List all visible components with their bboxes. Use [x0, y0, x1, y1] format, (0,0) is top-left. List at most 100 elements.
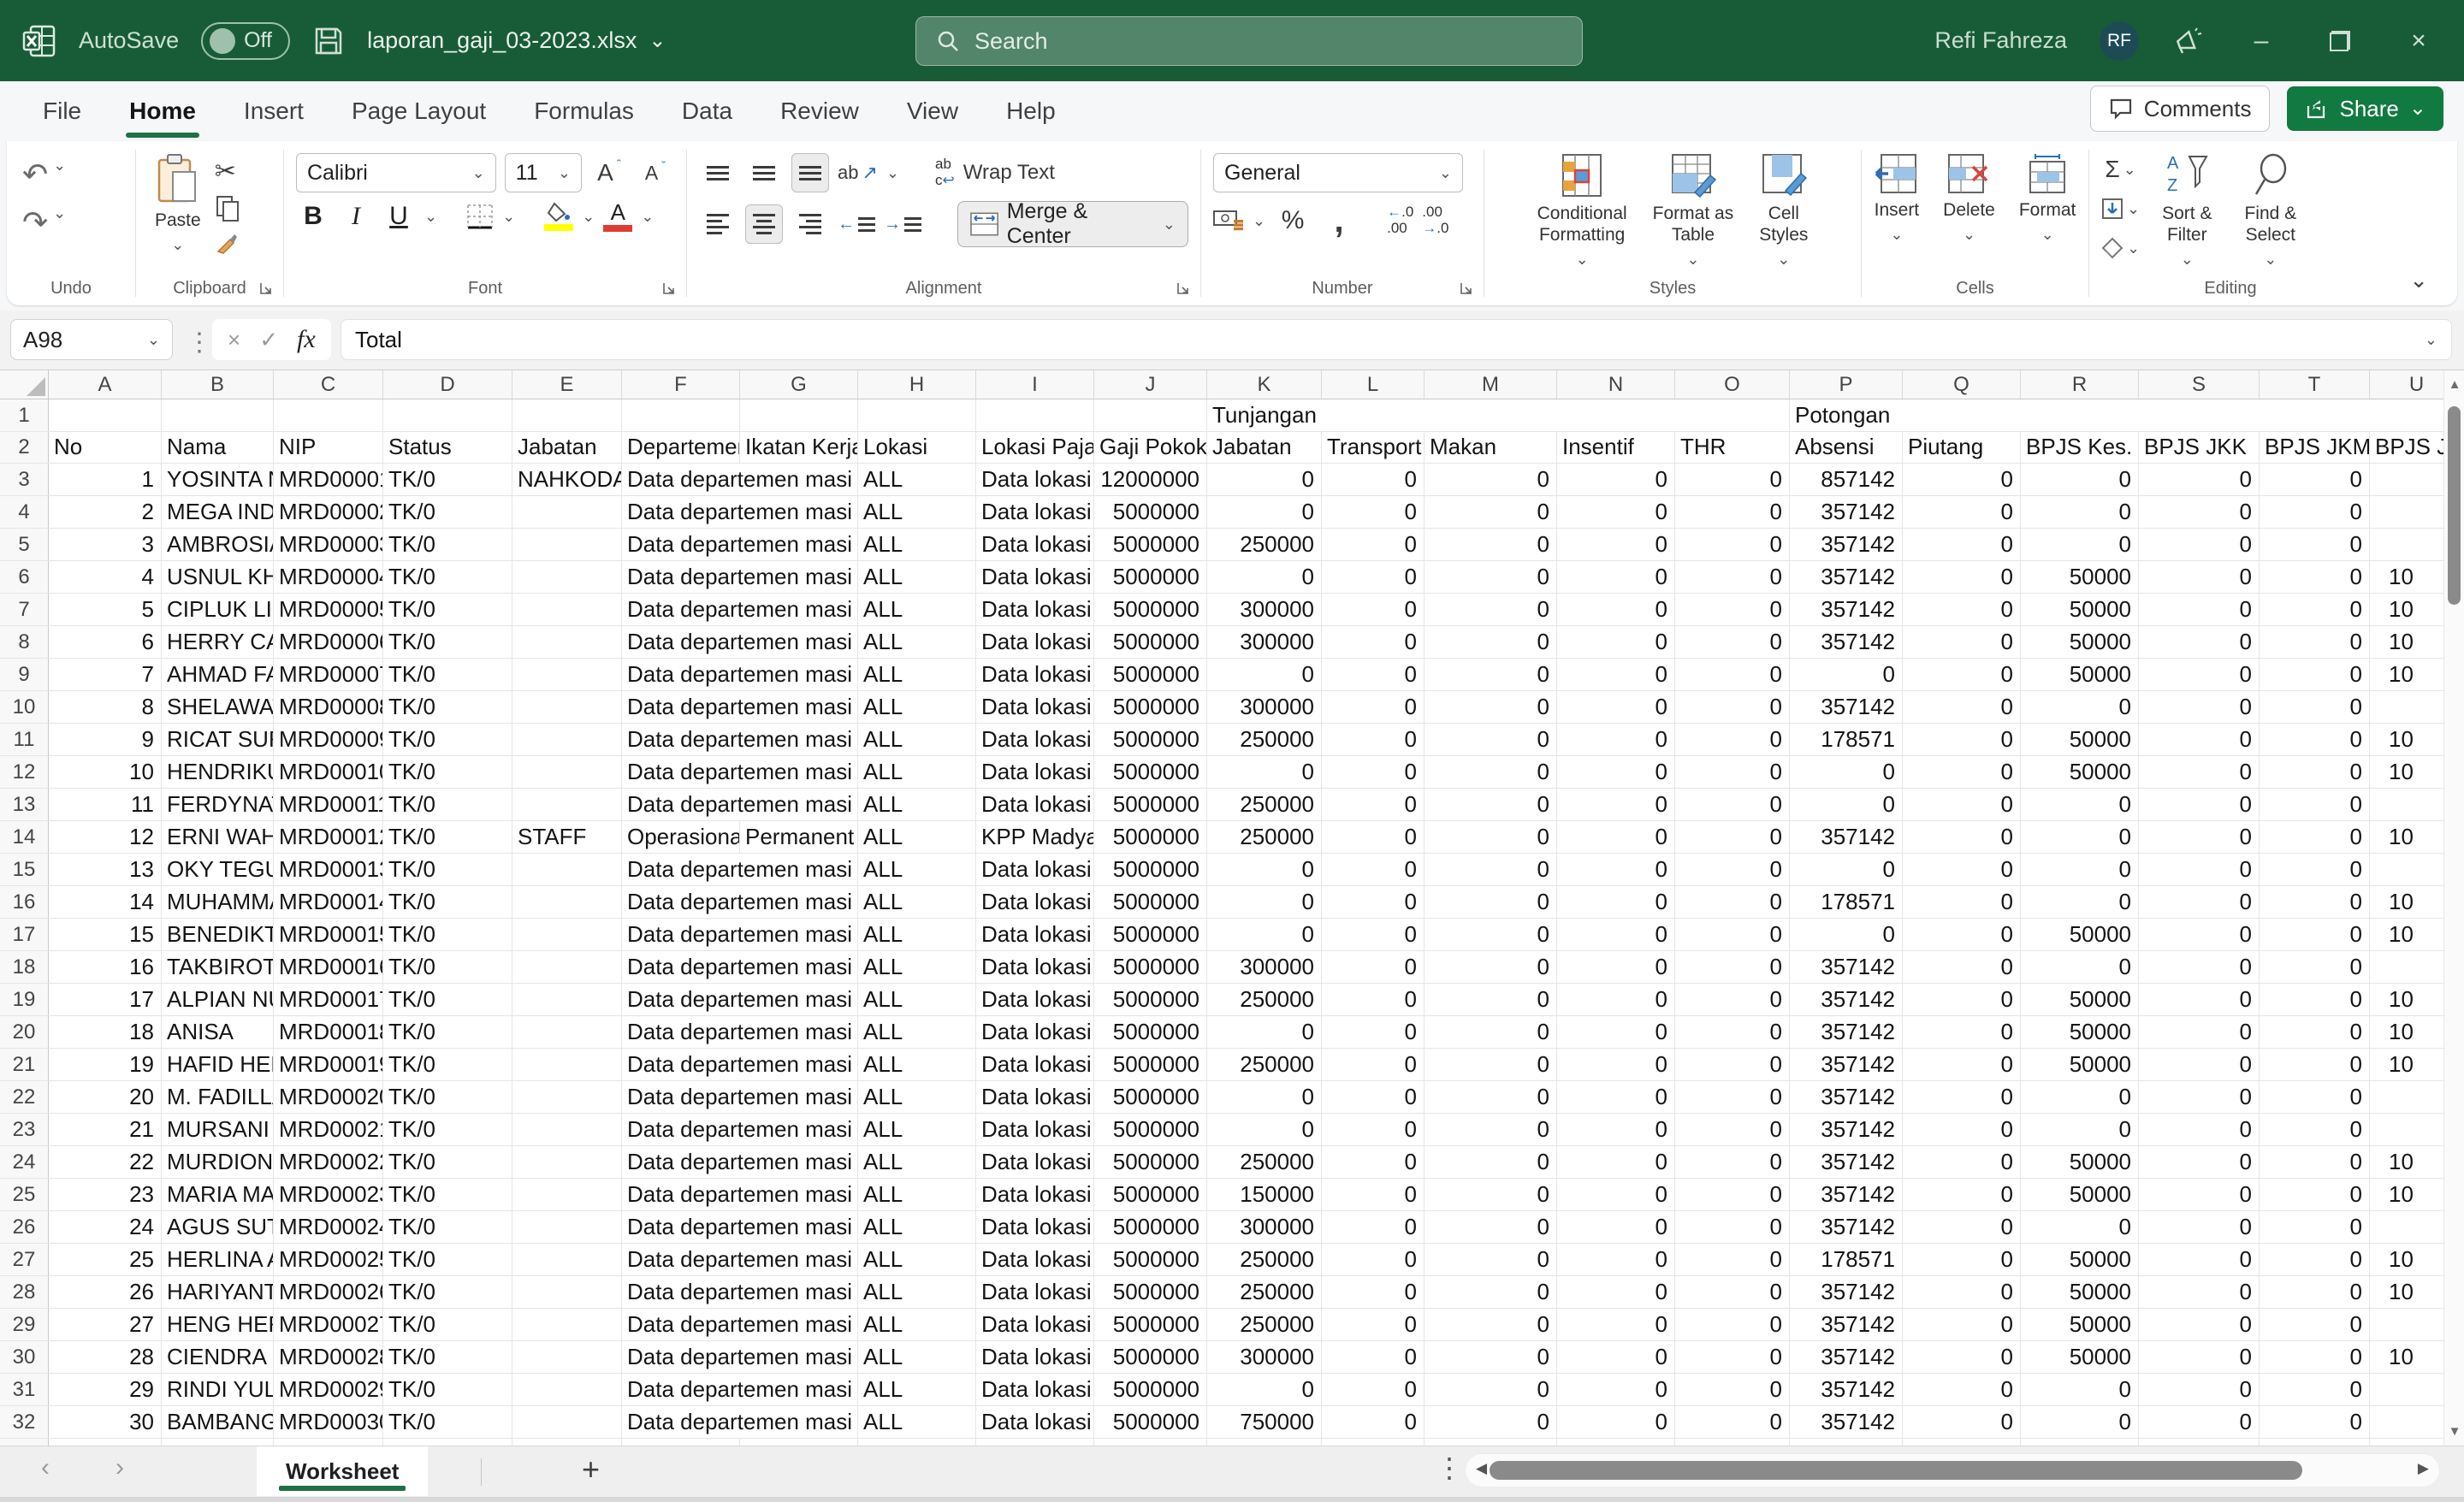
cell[interactable]: 50000 [2021, 659, 2139, 690]
row-header-33[interactable] [0, 1439, 49, 1446]
cell[interactable]: Data departemen masi [622, 1374, 858, 1405]
cell[interactable]: Data lokasi [976, 919, 1094, 950]
cell[interactable]: 0 [1557, 561, 1675, 593]
user-name[interactable]: Refi Fahreza [1934, 27, 2067, 54]
increase-decimal-icon[interactable]: ←.0.00 [1387, 204, 1413, 236]
cell[interactable]: 357142 [1790, 1081, 1903, 1113]
cell[interactable]: 0 [1903, 496, 2021, 528]
cell[interactable]: 0 [1322, 626, 1424, 658]
cell[interactable]: 5000000 [1094, 984, 1207, 1015]
cell-header-piutang[interactable]: Piutang [1903, 432, 2021, 463]
cell[interactable]: MRD00003 [274, 529, 383, 560]
cell[interactable]: 18 [49, 1016, 162, 1048]
cell[interactable]: 0 [2139, 464, 2260, 495]
cell[interactable]: 357142 [1790, 1146, 1903, 1178]
cell[interactable] [976, 1439, 1094, 1446]
column-header-L[interactable]: L [1322, 370, 1424, 399]
cell[interactable]: 0 [1557, 886, 1675, 918]
cell[interactable]: 0 [1207, 561, 1322, 593]
cell[interactable]: 29 [49, 1374, 162, 1405]
cell[interactable]: 50000 [2021, 1179, 2139, 1210]
cell[interactable]: 0 [1424, 1309, 1557, 1340]
row-header-23[interactable]: 23 [0, 1114, 49, 1145]
cell[interactable]: 50000 [2021, 1049, 2139, 1080]
cell[interactable]: 50000 [2021, 1309, 2139, 1340]
cell[interactable]: ALL [858, 691, 976, 723]
font-size-select[interactable]: 11⌄ [505, 153, 582, 192]
cell[interactable]: 357142 [1790, 496, 1903, 528]
cell[interactable]: Data departemen masi [622, 984, 858, 1015]
cell[interactable]: 300000 [1207, 691, 1322, 723]
cell[interactable]: 0 [1903, 984, 2021, 1015]
cell[interactable] [512, 1179, 622, 1210]
cell[interactable]: 24 [49, 1211, 162, 1243]
cell[interactable]: AHMAD FA [162, 659, 274, 690]
row-header-25[interactable]: 25 [0, 1179, 49, 1210]
cell[interactable]: 0 [2139, 626, 2260, 658]
cell[interactable]: MRD00012 [274, 821, 383, 853]
cell[interactable]: 0 [2260, 1114, 2370, 1145]
cell[interactable]: OKY TEGUH [162, 854, 274, 885]
cell[interactable]: 0 [2139, 756, 2260, 788]
align-top-icon[interactable] [699, 153, 737, 192]
cell[interactable] [512, 1016, 622, 1048]
cell[interactable]: 50000 [2021, 1016, 2139, 1048]
cell[interactable]: 0 [1557, 1081, 1675, 1113]
cell[interactable]: Data lokasi [976, 1244, 1094, 1275]
cell[interactable]: 13 [49, 854, 162, 885]
cell[interactable]: 5000000 [1094, 1179, 1207, 1210]
cell[interactable]: 50000 [2021, 561, 2139, 593]
cell[interactable]: 0 [1675, 756, 1790, 788]
cell[interactable]: 0 [1903, 1309, 2021, 1340]
cell[interactable]: Data departemen masi [622, 1211, 858, 1243]
row-header-18[interactable]: 18 [0, 951, 49, 983]
cell[interactable]: 0 [1557, 1374, 1675, 1405]
cell[interactable]: MRD00019 [274, 1049, 383, 1080]
cell-header-bpjs-kes-[interactable]: BPJS Kes. [2021, 432, 2139, 463]
cell[interactable]: 0 [2021, 529, 2139, 560]
cell[interactable]: ALL [858, 1081, 976, 1113]
cell[interactable]: 0 [1207, 886, 1322, 918]
cell[interactable]: 0 [1424, 529, 1557, 560]
font-color-icon[interactable]: A [603, 201, 632, 232]
vertical-scrollbar[interactable]: ▲ ▼ [2443, 370, 2464, 1446]
cell[interactable]: 0 [1322, 1276, 1424, 1308]
cell[interactable]: TK/0 [383, 691, 512, 723]
cell[interactable]: 0 [1903, 1244, 2021, 1275]
cell[interactable]: 0 [1322, 659, 1424, 690]
cell[interactable]: 250000 [1207, 821, 1322, 853]
scroll-right-icon[interactable]: ▶ [2418, 1460, 2429, 1477]
cell[interactable]: ALL [858, 1049, 976, 1080]
cell[interactable]: 0 [1207, 756, 1322, 788]
cell[interactable]: 17 [49, 984, 162, 1015]
cell[interactable]: 0 [1903, 1374, 2021, 1405]
cell[interactable]: 5000000 [1094, 691, 1207, 723]
cell[interactable] [512, 724, 622, 755]
cell[interactable]: 0 [2260, 756, 2370, 788]
cell[interactable]: BENEDIKTU [162, 919, 274, 950]
cell[interactable]: 357142 [1790, 984, 1903, 1015]
cell[interactable]: TK/0 [383, 1146, 512, 1178]
cell[interactable]: 0 [1903, 821, 2021, 853]
cell[interactable]: 0 [1424, 1374, 1557, 1405]
cell-header-jabatan[interactable]: Jabatan [512, 432, 622, 463]
cell[interactable]: 0 [1322, 496, 1424, 528]
cell[interactable]: 0 [1675, 496, 1790, 528]
row-header-32[interactable]: 32 [0, 1406, 49, 1438]
align-center-icon[interactable] [745, 204, 783, 244]
cell[interactable]: 0 [2139, 561, 2260, 593]
cell[interactable]: Data lokasi [976, 984, 1094, 1015]
cell[interactable]: MURSANI A [162, 1114, 274, 1145]
cell[interactable]: 50000 [2021, 1341, 2139, 1373]
cell[interactable]: 0 [1557, 951, 1675, 983]
cell[interactable]: MRD00011 [274, 789, 383, 820]
cell[interactable]: Data lokasi [976, 854, 1094, 885]
column-header-G[interactable]: G [740, 370, 858, 399]
cell[interactable]: TK/0 [383, 821, 512, 853]
cell[interactable]: 0 [1675, 1244, 1790, 1275]
cell[interactable]: HENDRIKUS [162, 756, 274, 788]
column-header-S[interactable]: S [2139, 370, 2260, 399]
cell[interactable]: 50000 [2021, 1146, 2139, 1178]
cell[interactable]: ALL [858, 594, 976, 625]
cell[interactable]: 0 [1675, 594, 1790, 625]
